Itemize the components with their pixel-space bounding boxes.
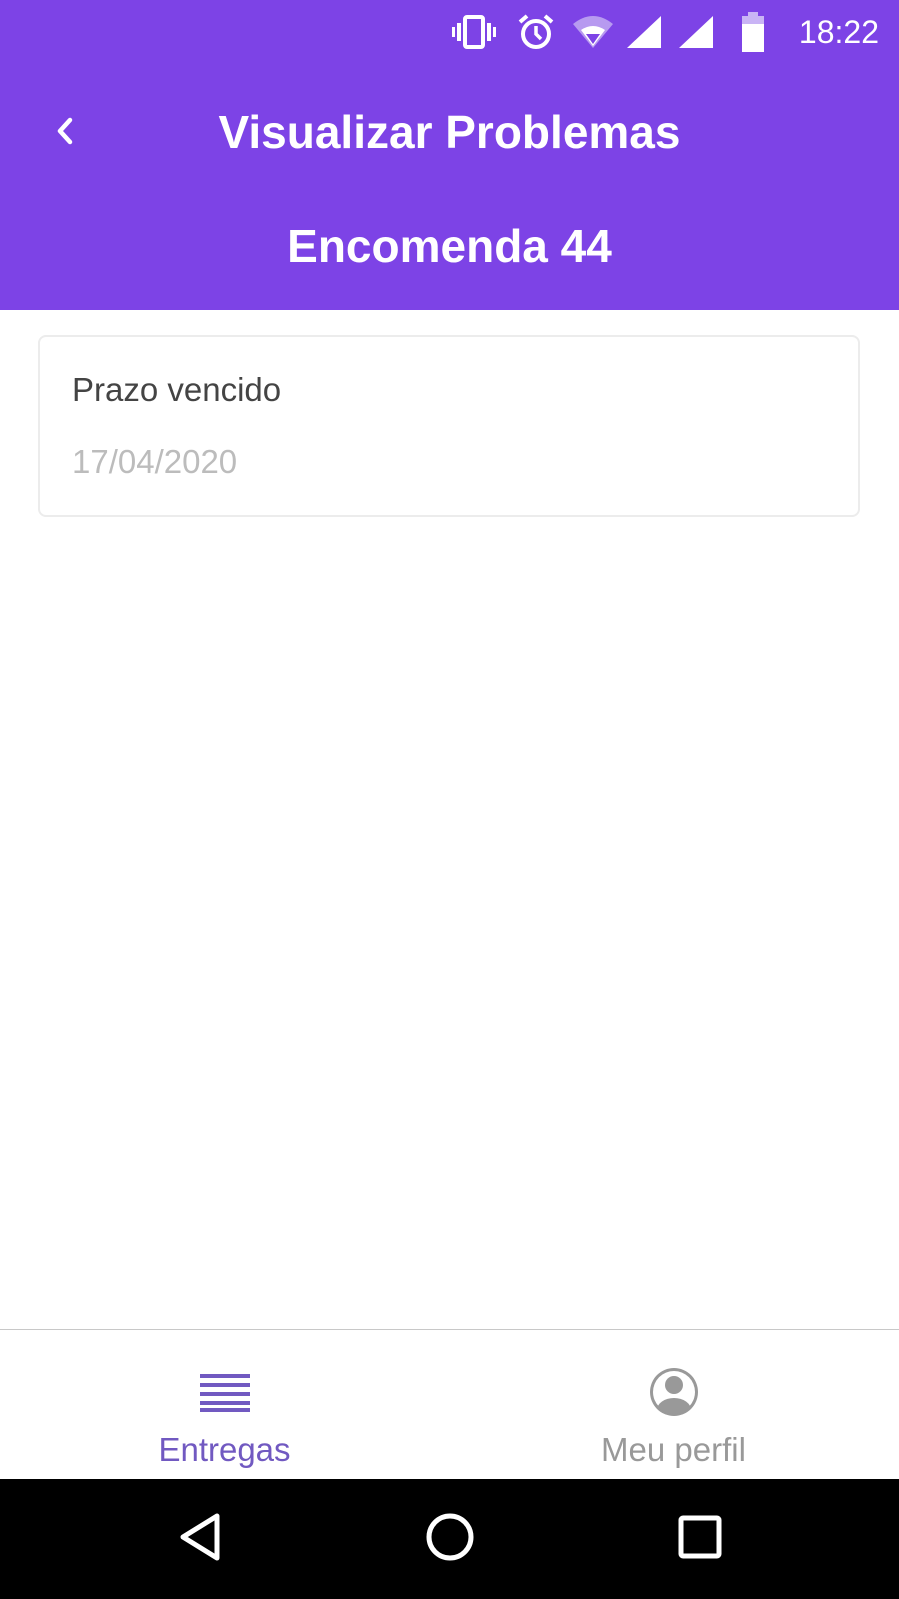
system-navigation-bar: [0, 1479, 899, 1599]
system-home-button[interactable]: [410, 1499, 490, 1579]
battery-icon: [738, 12, 768, 52]
signal-icon: [676, 12, 716, 52]
alarm-icon: [516, 12, 556, 52]
wifi-icon: [570, 12, 616, 52]
status-time: 18:22: [798, 14, 879, 50]
problem-description: Prazo vencido: [72, 371, 282, 408]
home-circle-icon: [425, 1512, 475, 1567]
back-triangle-icon: [177, 1512, 223, 1567]
problem-card: Prazo vencido 17/04/2020: [38, 335, 860, 517]
signal-icon: [624, 12, 664, 52]
page-title: Visualizar Problemas: [218, 106, 681, 158]
problem-date: 17/04/2020: [72, 443, 238, 480]
bottom-tab-bar: Entregas Meu perfil: [0, 1329, 899, 1480]
list-icon: [199, 1372, 250, 1417]
vibrate-icon: [452, 12, 496, 52]
page-subtitle: Encomenda 44: [287, 220, 612, 272]
tab-entregas-label: Entregas: [158, 1431, 291, 1468]
recents-square-icon: [678, 1515, 722, 1564]
tab-meu-perfil[interactable]: Meu perfil: [449, 1330, 898, 1480]
system-back-button[interactable]: [160, 1499, 240, 1579]
tab-meu-perfil-label: Meu perfil: [601, 1431, 746, 1468]
system-recents-button[interactable]: [660, 1499, 740, 1579]
user-circle-icon: [648, 1366, 700, 1423]
app-header: 18:22 Visualizar Problemas Encomenda 44: [0, 0, 899, 310]
status-bar: 18:22: [0, 0, 899, 64]
tab-entregas[interactable]: Entregas: [0, 1330, 449, 1480]
